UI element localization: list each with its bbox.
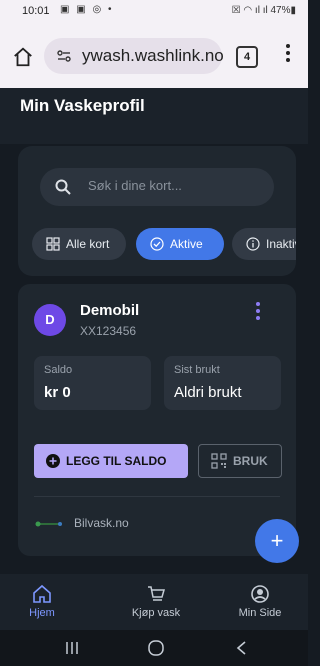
balance-box: Saldo kr 0 (34, 356, 151, 410)
home-button-icon[interactable] (146, 640, 166, 656)
provider-logo-icon (35, 521, 62, 527)
card-menu-icon[interactable] (254, 302, 262, 326)
filter-chip-all[interactable]: Alle kort (32, 228, 126, 260)
filter-chip-label: Aktive (170, 237, 203, 251)
home-icon (33, 584, 51, 603)
last-used-value: Aldri brukt (174, 384, 242, 401)
back-icon[interactable] (232, 640, 252, 656)
bottom-navigation: Hjem Kjøp vask Min Side (0, 574, 308, 630)
filter-chip-label: Inaktive (266, 237, 296, 251)
status-time: 10:01 (22, 5, 50, 17)
cart-icon (148, 586, 165, 601)
status-bar: 10:01 ▣ ▣ ◎ • ☒ ◠ ıl ıl 47%▮ (0, 0, 308, 24)
nav-label: Kjøp vask (131, 607, 181, 619)
card-divider (34, 496, 280, 497)
site-settings-icon[interactable] (56, 48, 72, 64)
page-title: Min Vaskeprofil (20, 96, 145, 115)
account-circle-icon (251, 585, 269, 603)
app-header: Min Vaskeprofil (0, 88, 308, 144)
add-balance-button[interactable]: LEGG TIL SALDO (34, 444, 188, 478)
provider-name: Bilvask.no (74, 516, 129, 530)
nav-item-my-page[interactable]: Min Side (220, 584, 300, 619)
nav-label: Hjem (29, 607, 55, 619)
tab-switcher-button[interactable]: 4 (236, 46, 258, 68)
last-used-label: Sist brukt (174, 364, 220, 376)
url-text: ywash.washlink.no (82, 46, 224, 65)
filter-chip-active[interactable]: Aktive (136, 228, 224, 260)
browser-menu-icon[interactable] (284, 44, 292, 68)
info-circle-icon (246, 237, 260, 251)
search-placeholder: Søk i dine kort... (88, 178, 182, 193)
filter-chip-inactive[interactable]: Inaktive (232, 228, 296, 260)
use-button[interactable]: BRUK (198, 444, 282, 478)
home-icon[interactable] (12, 46, 34, 68)
recent-apps-icon[interactable] (62, 640, 82, 656)
filter-chip-label: Alle kort (66, 237, 110, 251)
vehicle-name: Demobil (80, 302, 140, 319)
add-card-button[interactable]: + (255, 519, 299, 563)
browser-toolbar: ywash.washlink.no 4 (0, 24, 308, 88)
nav-label: Min Side (238, 607, 282, 619)
use-label: BRUK (233, 454, 268, 468)
grid-icon (46, 237, 60, 251)
status-system-icons: ☒ ◠ ıl ıl 47%▮ (231, 5, 296, 16)
nav-item-buy-wash[interactable]: Kjøp vask (116, 584, 196, 619)
nav-item-home[interactable]: Hjem (14, 584, 70, 619)
status-notification-icons: ▣ ▣ ◎ • (60, 4, 114, 15)
address-bar[interactable]: ywash.washlink.no (44, 38, 224, 74)
balance-label: Saldo (44, 364, 73, 376)
vehicle-card: D Demobil XX123456 Saldo kr 0 Sist brukt… (18, 284, 296, 556)
check-circle-icon (150, 237, 164, 251)
qr-code-icon (211, 453, 227, 469)
last-used-box: Sist brukt Aldri brukt (164, 356, 281, 410)
balance-value: kr 0 (44, 384, 71, 401)
add-circle-icon (46, 454, 60, 468)
avatar: D (34, 304, 66, 336)
search-input[interactable]: Søk i dine kort... (40, 168, 274, 206)
license-plate: XX123456 (80, 324, 137, 338)
search-icon (55, 179, 71, 195)
search-filter-panel: Søk i dine kort... Alle kort Aktive Inak… (18, 146, 296, 276)
add-balance-label: LEGG TIL SALDO (66, 454, 167, 468)
system-navigation-bar (0, 630, 308, 666)
